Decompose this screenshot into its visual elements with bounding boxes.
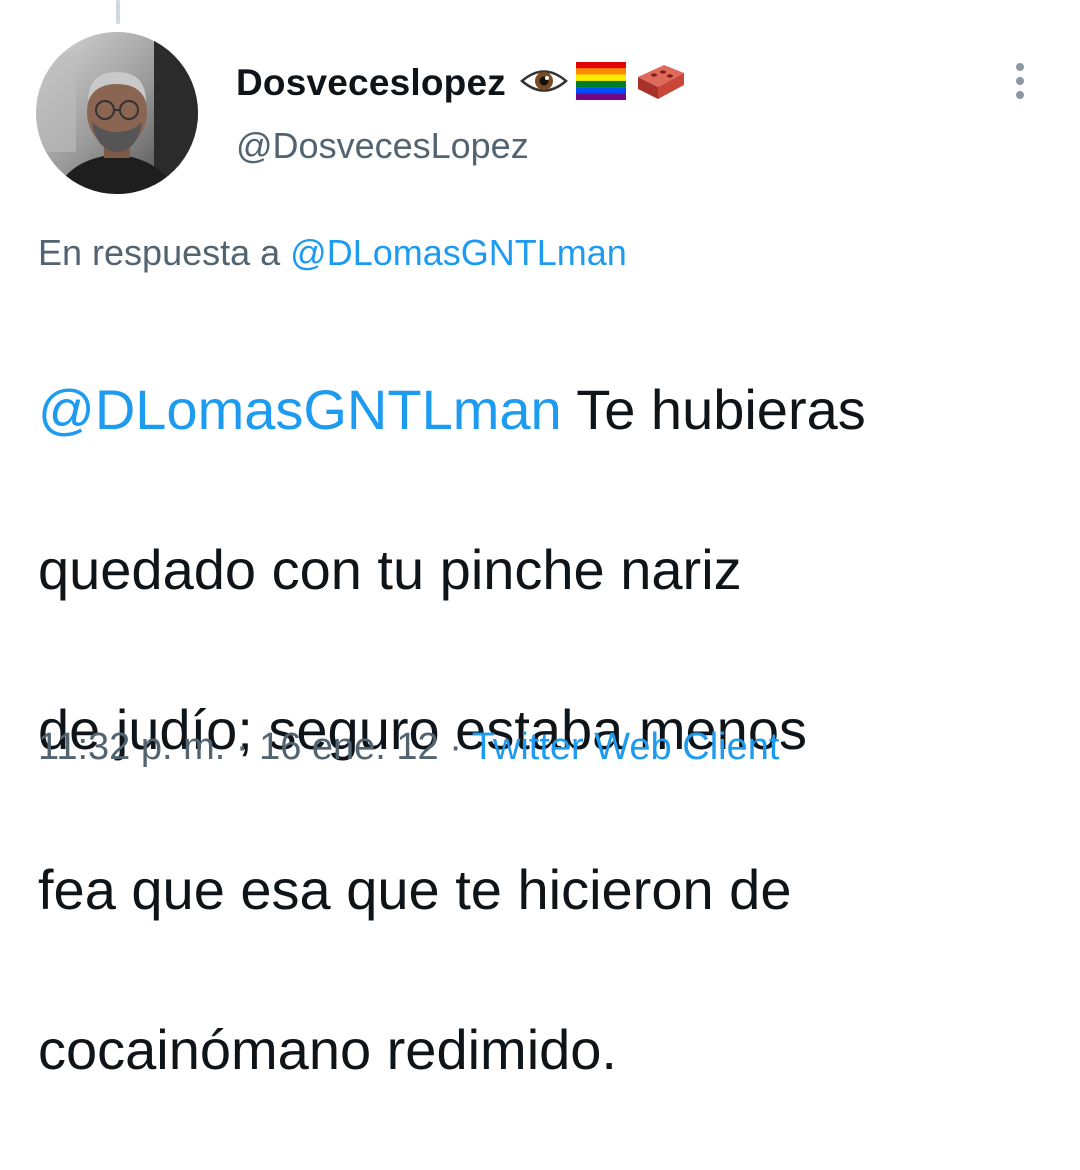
meta-separator: ·: [225, 726, 260, 768]
more-vertical-icon-dot: [1016, 91, 1024, 99]
author-handle[interactable]: @DosvecesLopez: [236, 125, 529, 167]
tweet-client-link[interactable]: Twitter Web Client: [472, 726, 780, 768]
tweet-text-line: quedado con tu pinche nariz: [38, 538, 742, 601]
tweet-time-link[interactable]: 11:32 p. m.: [38, 726, 225, 768]
reply-context: En respuesta a @DLomasGNTLman: [38, 232, 627, 274]
more-options-button[interactable]: [1000, 56, 1040, 106]
thread-connector-line: [116, 0, 120, 24]
more-vertical-icon-dot: [1016, 77, 1024, 85]
tweet-metadata: 11:32 p. m. · 16 ene. 12 · Twitter Web C…: [38, 726, 779, 769]
mention-link[interactable]: @DLomasGNTLman: [38, 378, 562, 441]
rainbow-flag-emoji-icon: [575, 61, 626, 105]
brick-emoji-icon: [634, 61, 686, 106]
reply-to-mention-link[interactable]: @DLomasGNTLman: [290, 232, 627, 273]
avatar[interactable]: [36, 32, 198, 194]
avatar-photo: [36, 32, 198, 194]
more-vertical-icon: [1016, 63, 1024, 71]
reply-prefix: En respuesta a: [38, 232, 281, 273]
author-display-name[interactable]: Dosveceslopez: [236, 62, 506, 104]
eye-emoji-icon: [520, 66, 568, 101]
tweet-text-line: fea que esa que te hicieron de: [38, 858, 792, 921]
tweet-text-segment: Te hubieras: [561, 378, 866, 441]
tweet-text-line: cocainómano redimido.: [38, 1018, 617, 1081]
meta-separator: ·: [438, 726, 472, 768]
tweet-text-line: @DLomasGNTLman Te hubieras: [38, 370, 1038, 450]
author-name-row[interactable]: Dosveceslopez: [236, 58, 686, 108]
tweet-date-link[interactable]: 16 ene. 12: [259, 726, 439, 768]
